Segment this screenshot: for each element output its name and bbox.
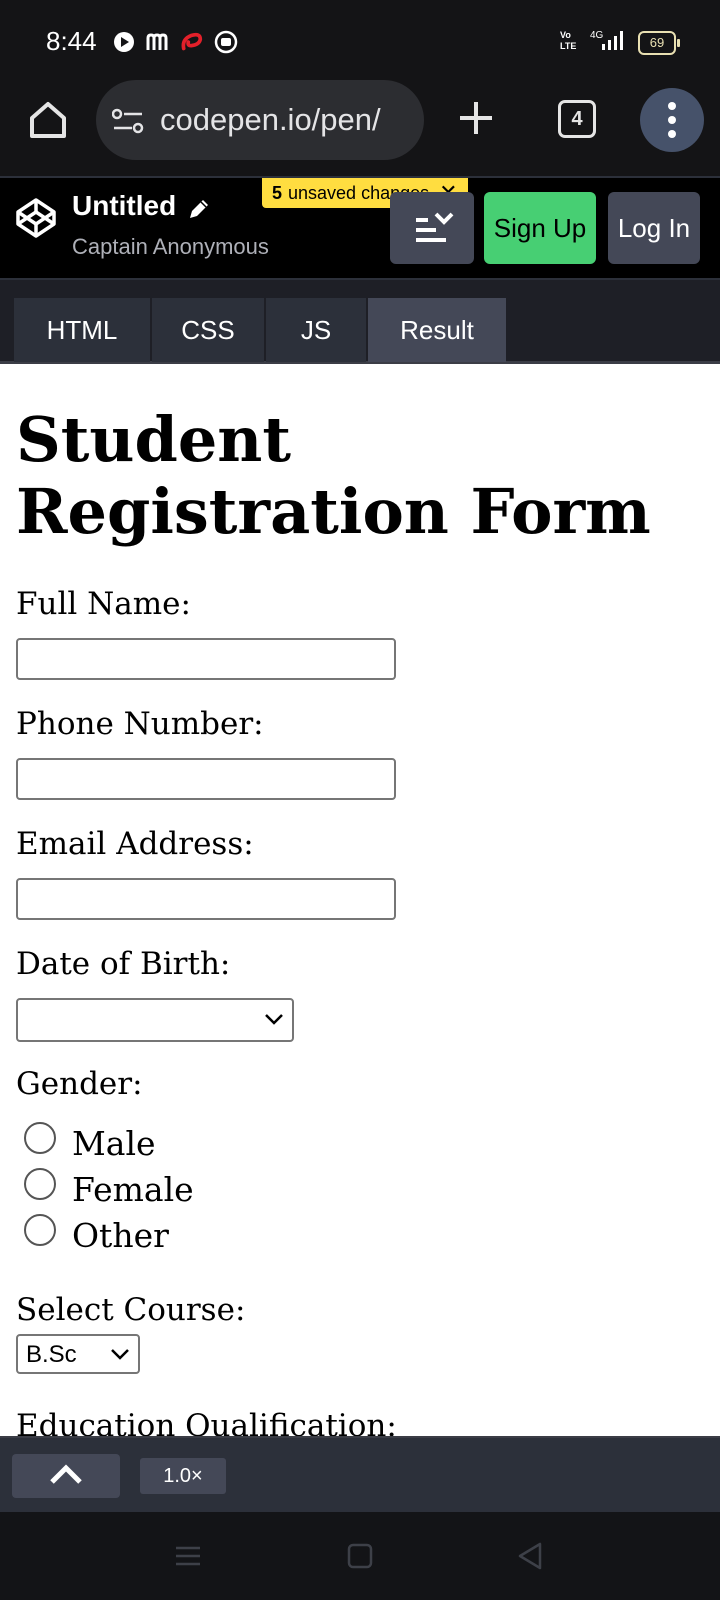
radio-label: Female [72, 1170, 194, 1209]
tab-js[interactable]: JS [266, 298, 366, 362]
email-input[interactable] [16, 878, 396, 920]
email-label: Email Address: [16, 826, 254, 862]
unsaved-count: 5 [272, 182, 283, 203]
log-in-button[interactable]: Log In [608, 192, 700, 264]
tab-html[interactable]: HTML [14, 298, 150, 362]
chevron-down-icon [265, 1014, 283, 1025]
home-icon [30, 102, 66, 138]
education-label: Education Qualification: [16, 1408, 397, 1436]
tab-switcher-button[interactable]: 4 [558, 100, 596, 138]
dob-select[interactable] [16, 998, 294, 1042]
screen-record-icon [214, 30, 238, 54]
change-view-button[interactable] [390, 192, 474, 264]
status-time: 8:44 [46, 26, 97, 56]
back-icon[interactable] [514, 1540, 546, 1572]
site-settings-icon [112, 108, 144, 134]
battery-icon: 69 [638, 30, 680, 55]
full-name-label: Full Name: [16, 586, 191, 622]
volte-icon: Vo LTE [560, 29, 578, 56]
sign-up-button[interactable]: Sign Up [484, 192, 596, 264]
url-text: codepen.io/pen/ [160, 102, 381, 137]
form-heading: Student Registration Form [16, 403, 651, 548]
result-preview: Student Registration Form Full Name: Pho… [0, 364, 720, 1436]
airtel-notification-icon [180, 30, 204, 54]
phone-input[interactable] [16, 758, 396, 800]
course-select[interactable]: B.Sc [16, 1334, 140, 1374]
open-console-button[interactable] [12, 1454, 120, 1498]
chevron-up-icon [50, 1464, 82, 1484]
radio-label: Male [72, 1124, 156, 1163]
dob-label: Date of Birth: [16, 946, 231, 982]
editor-tabs: HTML CSS JS Result [0, 280, 720, 364]
course-selected-value: B.Sc [26, 1341, 77, 1368]
layout-menu-icon [416, 212, 454, 242]
chevron-down-icon [111, 1349, 129, 1360]
signal-4g-icon: 4G [588, 28, 628, 57]
browser-toolbar: codepen.io/pen/ 4 [0, 80, 720, 176]
edit-pencil-icon[interactable] [186, 196, 212, 222]
editor-bottom-bar: 1.0× [0, 1436, 720, 1512]
tab-result[interactable]: Result [368, 298, 506, 362]
home-nav-icon[interactable] [344, 1540, 376, 1572]
phone-label: Phone Number: [16, 706, 264, 742]
radio-button[interactable] [24, 1122, 56, 1154]
home-button[interactable] [26, 98, 70, 142]
svg-text:Vo: Vo [560, 30, 571, 40]
m-app-notification-icon [146, 30, 170, 54]
course-label: Select Course: [16, 1292, 246, 1328]
status-bar: 8:44 Vo LTE 4G 69 [0, 0, 720, 80]
browser-menu-button[interactable] [640, 88, 704, 152]
recent-apps-icon[interactable] [172, 1540, 204, 1572]
svg-text:LTE: LTE [560, 41, 576, 51]
plus-icon [460, 102, 492, 134]
radio-label: Other [72, 1216, 169, 1255]
gender-label: Gender: [16, 1066, 143, 1102]
svg-text:4G: 4G [590, 30, 604, 41]
pen-author: Captain Anonymous [72, 234, 269, 259]
radio-button[interactable] [24, 1168, 56, 1200]
new-tab-button[interactable] [456, 98, 496, 138]
system-nav-bar [0, 1512, 720, 1600]
radio-button[interactable] [24, 1214, 56, 1246]
full-name-input[interactable] [16, 638, 396, 680]
codepen-header: Untitled Captain Anonymous 5 unsaved cha… [0, 176, 720, 280]
codepen-logo-icon[interactable] [14, 196, 58, 240]
address-bar[interactable]: codepen.io/pen/ [96, 80, 424, 160]
play-notification-icon [112, 30, 136, 54]
pen-title[interactable]: Untitled [72, 190, 176, 222]
zoom-level-button[interactable]: 1.0× [140, 1458, 226, 1494]
tab-css[interactable]: CSS [152, 298, 264, 362]
